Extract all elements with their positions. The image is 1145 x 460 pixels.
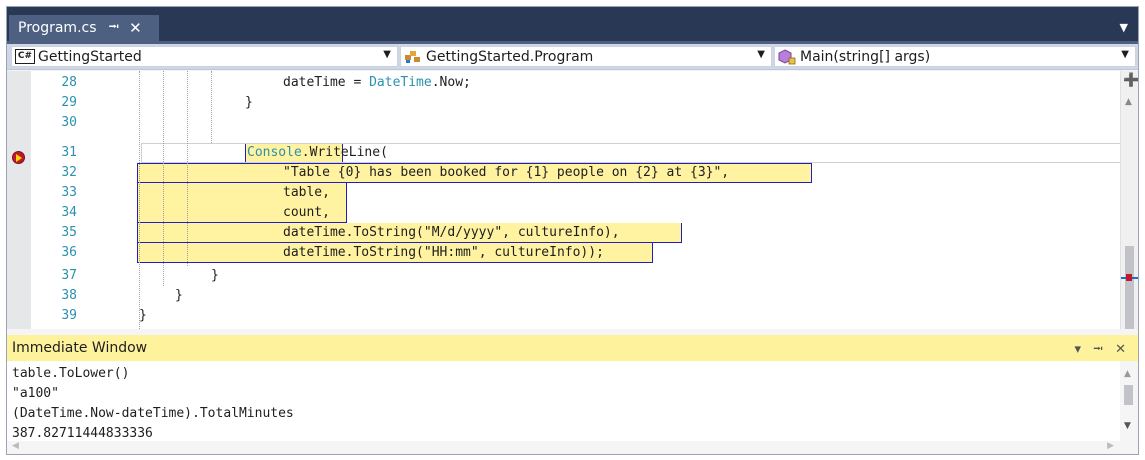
chevron-down-icon: ▼ [383, 49, 391, 60]
code-line: dateTime.ToString("M/d/yyyy", cultureInf… [283, 223, 620, 243]
line-number: 33 [61, 185, 77, 200]
code-line: "Table {0} has been booked for {1} peopl… [283, 163, 729, 183]
code-line: } [139, 308, 147, 323]
class-icon [405, 51, 420, 63]
member-dropdown[interactable]: Main(string[] args) ▼ [774, 46, 1136, 67]
immediate-horizontal-scrollbar[interactable]: ◀ ▶ [7, 441, 1138, 454]
scroll-thumb[interactable] [1125, 246, 1134, 329]
line-number: 30 [61, 115, 77, 130]
navigation-bar: C# GettingStarted ▼ GettingStarted.Progr… [7, 44, 1138, 70]
project-dropdown[interactable]: C# GettingStarted ▼ [11, 46, 398, 67]
pin-icon[interactable]: ⭲ [109, 16, 120, 40]
indent-guide [211, 71, 212, 143]
immediate-window-content[interactable]: table.ToLower() "a100" (DateTime.Now-dat… [7, 361, 1138, 454]
line-number: 39 [61, 308, 77, 323]
document-tab-strip: Program.cs ⭲ ✕ ▼ [7, 7, 1138, 41]
tab-label: Program.cs [18, 20, 97, 36]
line-number: 34 [61, 205, 77, 220]
indent-guide [139, 71, 140, 329]
tab-program-cs[interactable]: Program.cs ⭲ ✕ [9, 15, 159, 41]
code-line: count, [283, 205, 330, 220]
code-token: dateTime = [283, 75, 370, 90]
immediate-window-title: Immediate Window [12, 340, 148, 356]
method-icon [778, 48, 796, 64]
code-line: } [175, 288, 183, 303]
project-label: GettingStarted [38, 48, 142, 65]
editor-vertical-scrollbar[interactable]: ➕ ▲ [1120, 71, 1138, 329]
immediate-window-header: Immediate Window ▾ ⭲ ✕ [7, 335, 1138, 361]
split-icon[interactable]: ➕ [1123, 74, 1138, 88]
scroll-down-icon[interactable]: ▼ [1124, 421, 1131, 431]
code-editor[interactable]: 28 29 30 31 32 33 34 35 36 37 38 39 date… [7, 71, 1138, 329]
window-tools-icons[interactable]: ▾ ⭲ ✕ [1075, 340, 1131, 362]
breakpoint-marker [1126, 274, 1132, 281]
code-token: DateTime [369, 75, 432, 90]
indicator-margin[interactable] [7, 71, 31, 329]
code-line: } [245, 95, 253, 110]
class-label: GettingStarted.Program [426, 48, 594, 65]
code-token: .WriteLine( [301, 145, 388, 160]
line-number: 36 [61, 245, 77, 260]
code-token: "HH:mm" [423, 245, 479, 260]
visual-studio-window: Program.cs ⭲ ✕ ▼ C# GettingStarted ▼ Get… [6, 6, 1139, 455]
code-line: dateTime.ToString("HH:mm", cultureInfo))… [283, 243, 604, 263]
line-number: 29 [61, 95, 77, 110]
close-icon[interactable]: ✕ [129, 19, 142, 37]
code-token: dateTime.ToString( [283, 245, 424, 260]
instruction-pointer-icon[interactable] [12, 151, 25, 164]
scroll-up-icon[interactable]: ▲ [1124, 369, 1131, 379]
code-token: Console [247, 145, 302, 160]
code-token: , cultureInfo), [502, 225, 620, 240]
output-line: (DateTime.Now-dateTime).TotalMinutes [12, 406, 294, 421]
class-dropdown[interactable]: GettingStarted.Program ▼ [400, 46, 772, 67]
code-token: , cultureInfo)); [478, 245, 604, 260]
output-line: table.ToLower() [12, 366, 130, 381]
immediate-vertical-scrollbar[interactable]: ▲ ▼ [1120, 361, 1138, 441]
chevron-down-icon: ▼ [757, 49, 765, 60]
scroll-right-icon[interactable]: ▶ [1107, 441, 1114, 451]
line-number: 28 [61, 75, 77, 90]
code-line: } [211, 268, 219, 283]
code-line: table, [283, 185, 330, 200]
tab-dropdown-icon[interactable]: ▼ [1120, 21, 1128, 34]
code-token: .Now; [431, 75, 471, 90]
csharp-icon: C# [15, 49, 35, 64]
line-number: 35 [61, 225, 77, 240]
indent-guide [187, 71, 188, 266]
code-token: dateTime.ToString( [283, 225, 424, 240]
line-number: 38 [61, 288, 77, 303]
code-line: Console.WriteLine( [247, 143, 388, 163]
scroll-thumb[interactable] [1124, 385, 1133, 405]
code-line: dateTime = DateTime.Now; [283, 73, 471, 93]
indent-guide [163, 71, 164, 286]
scroll-left-icon[interactable]: ◀ [12, 441, 19, 451]
code-token: "Table {0} has been booked for {1} peopl… [283, 165, 730, 180]
scroll-up-icon[interactable]: ▲ [1125, 97, 1132, 107]
code-token: "M/d/yyyy" [423, 225, 503, 240]
line-number: 31 [61, 145, 77, 160]
member-label: Main(string[] args) [800, 48, 931, 65]
line-number: 32 [61, 165, 77, 180]
output-line: "a100" [12, 386, 59, 401]
line-number: 37 [61, 268, 77, 283]
chevron-down-icon: ▼ [1121, 49, 1129, 60]
